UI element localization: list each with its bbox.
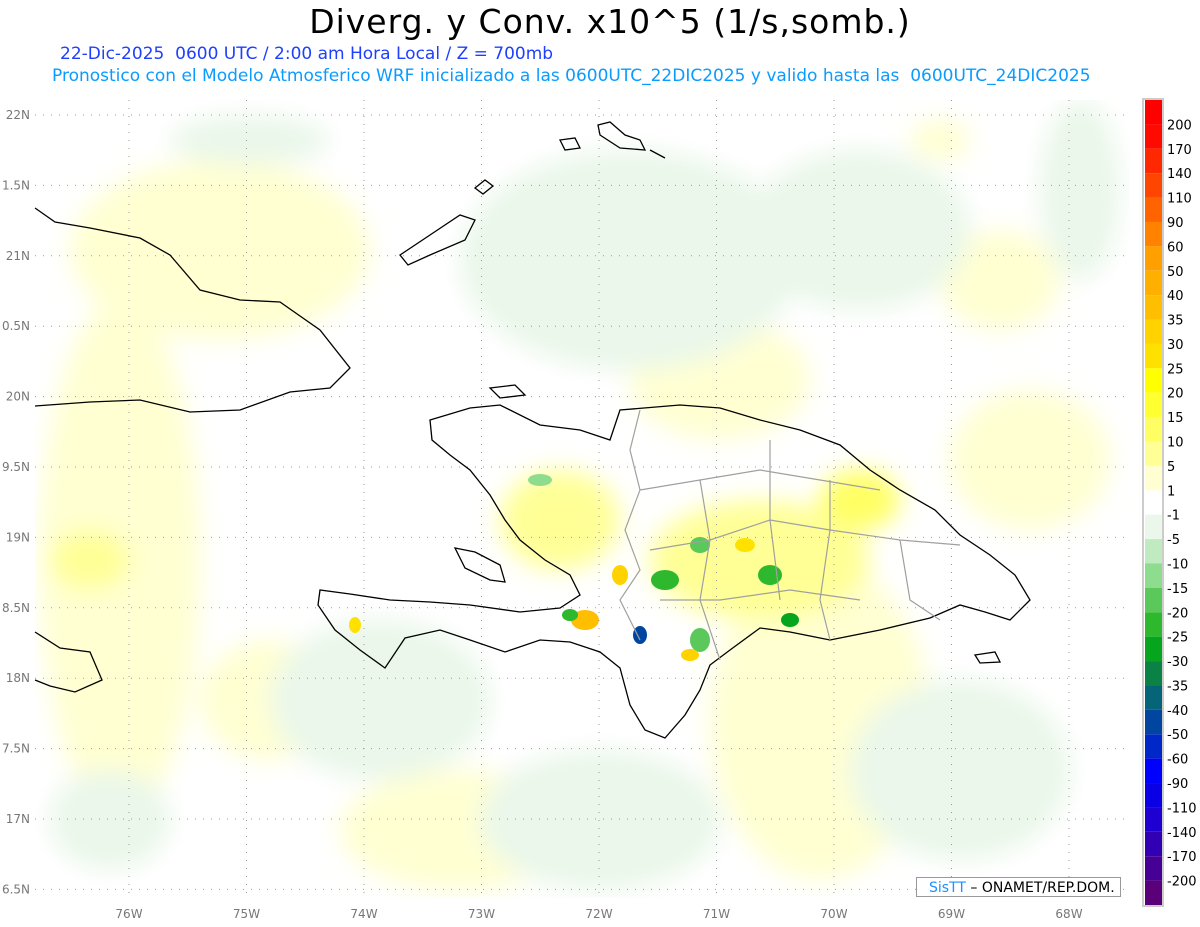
- credit-box: SisTT – ONAMET/REP.DOM.: [916, 877, 1121, 897]
- colorbar-swatch: [1145, 831, 1162, 857]
- lon-label: 73W: [468, 907, 495, 921]
- lon-label: 70W: [820, 907, 847, 921]
- colorbar-label: 40: [1167, 289, 1184, 304]
- colorbar-swatch: [1145, 148, 1162, 174]
- colorbar-swatch: [1145, 246, 1162, 271]
- colorbar-label: -90: [1167, 777, 1188, 792]
- lon-label: 69W: [938, 907, 965, 921]
- colorbar-label: 20: [1167, 387, 1184, 402]
- colorbar-label: -5: [1167, 533, 1180, 548]
- colorbar-swatch: [1145, 441, 1162, 466]
- colorbar-label: -30: [1167, 655, 1188, 670]
- credit-brand: SisTT: [929, 880, 966, 896]
- lon-label: 72W: [585, 907, 612, 921]
- colorbar-label: -15: [1167, 582, 1188, 597]
- colorbar-label: 90: [1167, 216, 1184, 231]
- colorbar-swatch: [1145, 368, 1162, 393]
- colorbar-swatch: [1145, 392, 1162, 418]
- lat-label: 0.5N: [2, 319, 30, 333]
- lat-label: 17N: [6, 812, 30, 826]
- colorbar-swatch: [1145, 197, 1162, 222]
- colorbar-label: 170: [1167, 143, 1192, 158]
- colorbar-swatch: [1145, 563, 1162, 588]
- shading-field: [35, 100, 1130, 898]
- lon-label: 71W: [703, 907, 730, 921]
- colorbar-swatch: [1145, 636, 1162, 662]
- colorbar-label: -10: [1167, 557, 1188, 572]
- colorbar-label: 35: [1167, 314, 1184, 329]
- colorbar-label: -110: [1167, 801, 1197, 816]
- colorbar-swatch: [1145, 319, 1162, 344]
- colorbar: 200 170 140 110 90 60 50 40 35 30 25 20 15 10 5 1 -1 -5 -1…: [1142, 98, 1197, 907]
- longitude-labels: 76W 75W 74W 73W 72W 71W 70W 69W 68W: [115, 907, 1082, 921]
- lat-label: 8.5N: [2, 601, 30, 615]
- colorbar-label: -35: [1167, 679, 1188, 694]
- lon-label: 74W: [350, 907, 377, 921]
- colorbar-swatch: [1145, 612, 1162, 637]
- lon-label: 68W: [1055, 907, 1082, 921]
- colorbar-swatch: [1145, 758, 1162, 784]
- lat-label: 19N: [6, 530, 30, 544]
- colorbar-swatch: [1145, 661, 1162, 686]
- colorbar-label: 10: [1167, 436, 1184, 451]
- lat-label: 6.5N: [2, 882, 30, 896]
- colorbar-swatch: [1145, 587, 1162, 613]
- colorbar-swatch: [1145, 343, 1162, 369]
- colorbar-label: -40: [1167, 704, 1188, 719]
- colorbar-label: 60: [1167, 240, 1184, 255]
- colorbar-swatch: [1145, 465, 1162, 491]
- colorbar-swatch: [1145, 270, 1162, 296]
- colorbar-swatch: [1145, 100, 1162, 125]
- credit-text: – ONAMET/REP.DOM.: [965, 880, 1115, 896]
- colorbar-swatch: [1145, 417, 1162, 442]
- lon-label: 75W: [233, 907, 260, 921]
- colorbar-label: -200: [1167, 875, 1197, 890]
- lat-label: 9.5N: [2, 460, 30, 474]
- lat-label: 21N: [6, 249, 30, 263]
- lat-label: 18N: [6, 671, 30, 685]
- colorbar-label: -1: [1167, 509, 1180, 524]
- colorbar-label: 110: [1167, 192, 1192, 207]
- colorbar-label: 15: [1167, 411, 1184, 426]
- colorbar-swatch: [1145, 173, 1162, 198]
- colorbar-label: 50: [1167, 265, 1184, 280]
- colorbar-label: 140: [1167, 167, 1192, 182]
- lat-label: 1.5N: [2, 178, 30, 192]
- colorbar-swatch: [1145, 880, 1162, 905]
- map-canvas: 76W 75W 74W 73W 72W 71W 70W 69W 68W 22N 1.5N 21N 0.…: [2, 98, 1197, 921]
- colorbar-label: 1: [1167, 484, 1175, 499]
- lat-label: 20N: [6, 390, 30, 404]
- colorbar-swatch: [1145, 539, 1162, 564]
- lat-label: 7.5N: [2, 742, 30, 756]
- colorbar-swatch: [1145, 490, 1162, 515]
- colorbar-label: 200: [1167, 118, 1192, 133]
- lon-label: 76W: [115, 907, 142, 921]
- colorbar-label: -140: [1167, 826, 1197, 841]
- colorbar-swatch: [1145, 685, 1162, 710]
- colorbar-label: 5: [1167, 460, 1175, 475]
- colorbar-swatch: [1145, 124, 1162, 149]
- lat-label: 22N: [6, 108, 30, 122]
- colorbar-swatch: [1145, 514, 1162, 540]
- colorbar-label: -20: [1167, 606, 1188, 621]
- colorbar-swatch: [1145, 221, 1162, 247]
- colorbar-swatch: [1145, 807, 1162, 832]
- colorbar-label: -50: [1167, 728, 1188, 743]
- colorbar-label: 30: [1167, 338, 1184, 353]
- colorbar-label: -60: [1167, 753, 1188, 768]
- colorbar-label: -170: [1167, 850, 1197, 865]
- latitude-labels: 22N 1.5N 21N 0.5N 20N 9.5N 19N 8.5N 18N 7.5N 17N 6.…: [2, 108, 30, 896]
- colorbar-swatch: [1145, 734, 1162, 759]
- colorbar-swatch: [1145, 709, 1162, 735]
- colorbar-swatch: [1145, 856, 1162, 881]
- colorbar-label: -25: [1167, 631, 1188, 646]
- colorbar-swatch: [1145, 295, 1162, 320]
- colorbar-swatch: [1145, 783, 1162, 808]
- colorbar-label: 25: [1167, 362, 1184, 377]
